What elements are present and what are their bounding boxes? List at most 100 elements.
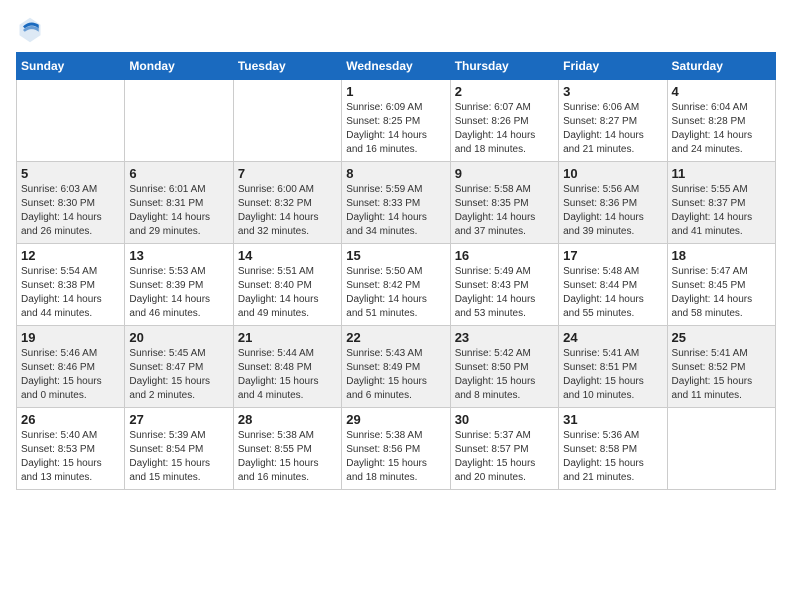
day-info: Sunrise: 5:36 AMSunset: 8:58 PMDaylight:… <box>563 429 662 485</box>
weekday-header-sunday: Sunday <box>17 53 125 80</box>
day-number: 21 <box>238 330 337 345</box>
weekday-header-friday: Friday <box>559 53 667 80</box>
calendar-day-cell: 10Sunrise: 5:56 AMSunset: 8:36 PMDayligh… <box>559 162 667 244</box>
day-number: 18 <box>672 248 771 263</box>
day-number: 27 <box>129 412 228 427</box>
day-number: 12 <box>21 248 120 263</box>
weekday-header-monday: Monday <box>125 53 233 80</box>
day-number: 16 <box>455 248 554 263</box>
calendar-day-cell: 11 Sunrise: 5:55 AMSunset: 8:37 PMDayligh… <box>667 162 775 244</box>
day-info: Sunrise: 5:50 AMSunset: 8:42 PMDaylight:… <box>346 265 445 321</box>
calendar-day-cell: 31 Sunrise: 5:36 AMSunset: 8:58 PMDayligh… <box>559 408 667 490</box>
day-number: 19 <box>21 330 120 345</box>
day-info: Sunrise: 6:06 AMSunset: 8:27 PMDaylight:… <box>563 101 662 157</box>
calendar-table: SundayMondayTuesdayWednesdayThursdayFrid… <box>16 52 776 490</box>
day-number: 6 <box>129 166 228 181</box>
calendar-day-cell: 7 Sunrise: 6:00 AMSunset: 8:32 PMDaylight… <box>233 162 341 244</box>
day-info: Sunrise: 5:54 AMSunset: 8:38 PMDaylight:… <box>21 265 120 321</box>
day-info: Sunrise: 5:43 AMSunset: 8:49 PMDaylight:… <box>346 347 445 403</box>
weekday-header-row: SundayMondayTuesdayWednesdayThursdayFrid… <box>17 53 776 80</box>
weekday-header-saturday: Saturday <box>667 53 775 80</box>
calendar-day-cell: 27 Sunrise: 5:39 AMSunset: 8:54 PMDayligh… <box>125 408 233 490</box>
day-info: Sunrise: 6:03 AMSunset: 8:30 PMDaylight:… <box>21 183 120 239</box>
calendar-day-cell <box>667 408 775 490</box>
calendar-day-cell: 15 Sunrise: 5:50 AMSunset: 8:42 PMDayligh… <box>342 244 450 326</box>
weekday-header-wednesday: Wednesday <box>342 53 450 80</box>
calendar-day-cell: 9 Sunrise: 5:58 AMSunset: 8:35 PMDaylight… <box>450 162 558 244</box>
day-info: Sunrise: 5:59 AMSunset: 8:33 PMDaylight:… <box>346 183 445 239</box>
calendar-day-cell <box>233 80 341 162</box>
calendar-day-cell: 24Sunrise: 5:41 AMSunset: 8:51 PMDayligh… <box>559 326 667 408</box>
day-number: 7 <box>238 166 337 181</box>
calendar-day-cell: 21 Sunrise: 5:44 AMSunset: 8:48 PMDayligh… <box>233 326 341 408</box>
calendar-week-row: 1Sunrise: 6:09 AMSunset: 8:25 PMDaylight… <box>17 80 776 162</box>
weekday-header-tuesday: Tuesday <box>233 53 341 80</box>
calendar-day-cell <box>17 80 125 162</box>
calendar-day-cell: 19 Sunrise: 5:46 AMSunset: 8:46 PMDayligh… <box>17 326 125 408</box>
day-info: Sunrise: 6:00 AMSunset: 8:32 PMDaylight:… <box>238 183 337 239</box>
calendar-day-cell: 13 Sunrise: 5:53 AMSunset: 8:39 PMDayligh… <box>125 244 233 326</box>
day-number: 8 <box>346 166 445 181</box>
logo <box>16 16 48 44</box>
day-number: 25 <box>672 330 771 345</box>
calendar-day-cell: 30 Sunrise: 5:37 AMSunset: 8:57 PMDayligh… <box>450 408 558 490</box>
day-number: 3 <box>563 84 662 99</box>
day-info: Sunrise: 5:44 AMSunset: 8:48 PMDaylight:… <box>238 347 337 403</box>
calendar-day-cell: 14 Sunrise: 5:51 AMSunset: 8:40 PMDayligh… <box>233 244 341 326</box>
day-number: 29 <box>346 412 445 427</box>
calendar-day-cell: 2Sunrise: 6:07 AMSunset: 8:26 PMDaylight… <box>450 80 558 162</box>
day-info: Sunrise: 6:01 AMSunset: 8:31 PMDaylight:… <box>129 183 228 239</box>
day-info: Sunrise: 5:41 AMSunset: 8:52 PMDaylight:… <box>672 347 771 403</box>
day-info: Sunrise: 5:38 AMSunset: 8:56 PMDaylight:… <box>346 429 445 485</box>
day-info: Sunrise: 5:40 AMSunset: 8:53 PMDaylight:… <box>21 429 120 485</box>
day-info: Sunrise: 5:51 AMSunset: 8:40 PMDaylight:… <box>238 265 337 321</box>
day-info: Sunrise: 6:07 AMSunset: 8:26 PMDaylight:… <box>455 101 554 157</box>
day-number: 15 <box>346 248 445 263</box>
day-info: Sunrise: 5:45 AMSunset: 8:47 PMDaylight:… <box>129 347 228 403</box>
day-info: Sunrise: 5:41 AMSunset: 8:51 PMDaylight:… <box>563 347 662 403</box>
day-info: Sunrise: 5:53 AMSunset: 8:39 PMDaylight:… <box>129 265 228 321</box>
day-number: 10 <box>563 166 662 181</box>
calendar-day-cell: 26 Sunrise: 5:40 AMSunset: 8:53 PMDayligh… <box>17 408 125 490</box>
day-info: Sunrise: 5:39 AMSunset: 8:54 PMDaylight:… <box>129 429 228 485</box>
calendar-day-cell: 22 Sunrise: 5:43 AMSunset: 8:49 PMDayligh… <box>342 326 450 408</box>
page-header <box>16 16 776 44</box>
day-number: 26 <box>21 412 120 427</box>
calendar-day-cell: 17 Sunrise: 5:48 AMSunset: 8:44 PMDayligh… <box>559 244 667 326</box>
day-info: Sunrise: 5:49 AMSunset: 8:43 PMDaylight:… <box>455 265 554 321</box>
calendar-week-row: 12 Sunrise: 5:54 AMSunset: 8:38 PMDayligh… <box>17 244 776 326</box>
day-info: Sunrise: 5:48 AMSunset: 8:44 PMDaylight:… <box>563 265 662 321</box>
day-number: 30 <box>455 412 554 427</box>
day-info: Sunrise: 5:58 AMSunset: 8:35 PMDaylight:… <box>455 183 554 239</box>
day-info: Sunrise: 5:47 AMSunset: 8:45 PMDaylight:… <box>672 265 771 321</box>
day-number: 9 <box>455 166 554 181</box>
day-number: 5 <box>21 166 120 181</box>
day-info: Sunrise: 6:09 AMSunset: 8:25 PMDaylight:… <box>346 101 445 157</box>
calendar-day-cell <box>125 80 233 162</box>
day-number: 11 <box>672 166 771 181</box>
day-number: 14 <box>238 248 337 263</box>
calendar-day-cell: 25 Sunrise: 5:41 AMSunset: 8:52 PMDayligh… <box>667 326 775 408</box>
calendar-day-cell: 23 Sunrise: 5:42 AMSunset: 8:50 PMDayligh… <box>450 326 558 408</box>
day-number: 23 <box>455 330 554 345</box>
day-number: 31 <box>563 412 662 427</box>
calendar-day-cell: 8 Sunrise: 5:59 AMSunset: 8:33 PMDaylight… <box>342 162 450 244</box>
logo-icon <box>16 16 44 44</box>
day-info: Sunrise: 5:37 AMSunset: 8:57 PMDaylight:… <box>455 429 554 485</box>
calendar-day-cell: 4 Sunrise: 6:04 AMSunset: 8:28 PMDaylight… <box>667 80 775 162</box>
day-info: Sunrise: 5:46 AMSunset: 8:46 PMDaylight:… <box>21 347 120 403</box>
day-info: Sunrise: 5:42 AMSunset: 8:50 PMDaylight:… <box>455 347 554 403</box>
calendar-day-cell: 12 Sunrise: 5:54 AMSunset: 8:38 PMDayligh… <box>17 244 125 326</box>
day-info: Sunrise: 5:55 AMSunset: 8:37 PMDaylight:… <box>672 183 771 239</box>
day-number: 4 <box>672 84 771 99</box>
day-number: 28 <box>238 412 337 427</box>
day-info: Sunrise: 6:04 AMSunset: 8:28 PMDaylight:… <box>672 101 771 157</box>
day-number: 13 <box>129 248 228 263</box>
day-number: 20 <box>129 330 228 345</box>
day-number: 22 <box>346 330 445 345</box>
calendar-day-cell: 20 Sunrise: 5:45 AMSunset: 8:47 PMDayligh… <box>125 326 233 408</box>
day-number: 17 <box>563 248 662 263</box>
day-info: Sunrise: 5:38 AMSunset: 8:55 PMDaylight:… <box>238 429 337 485</box>
weekday-header-thursday: Thursday <box>450 53 558 80</box>
calendar-day-cell: 5 Sunrise: 6:03 AMSunset: 8:30 PMDaylight… <box>17 162 125 244</box>
